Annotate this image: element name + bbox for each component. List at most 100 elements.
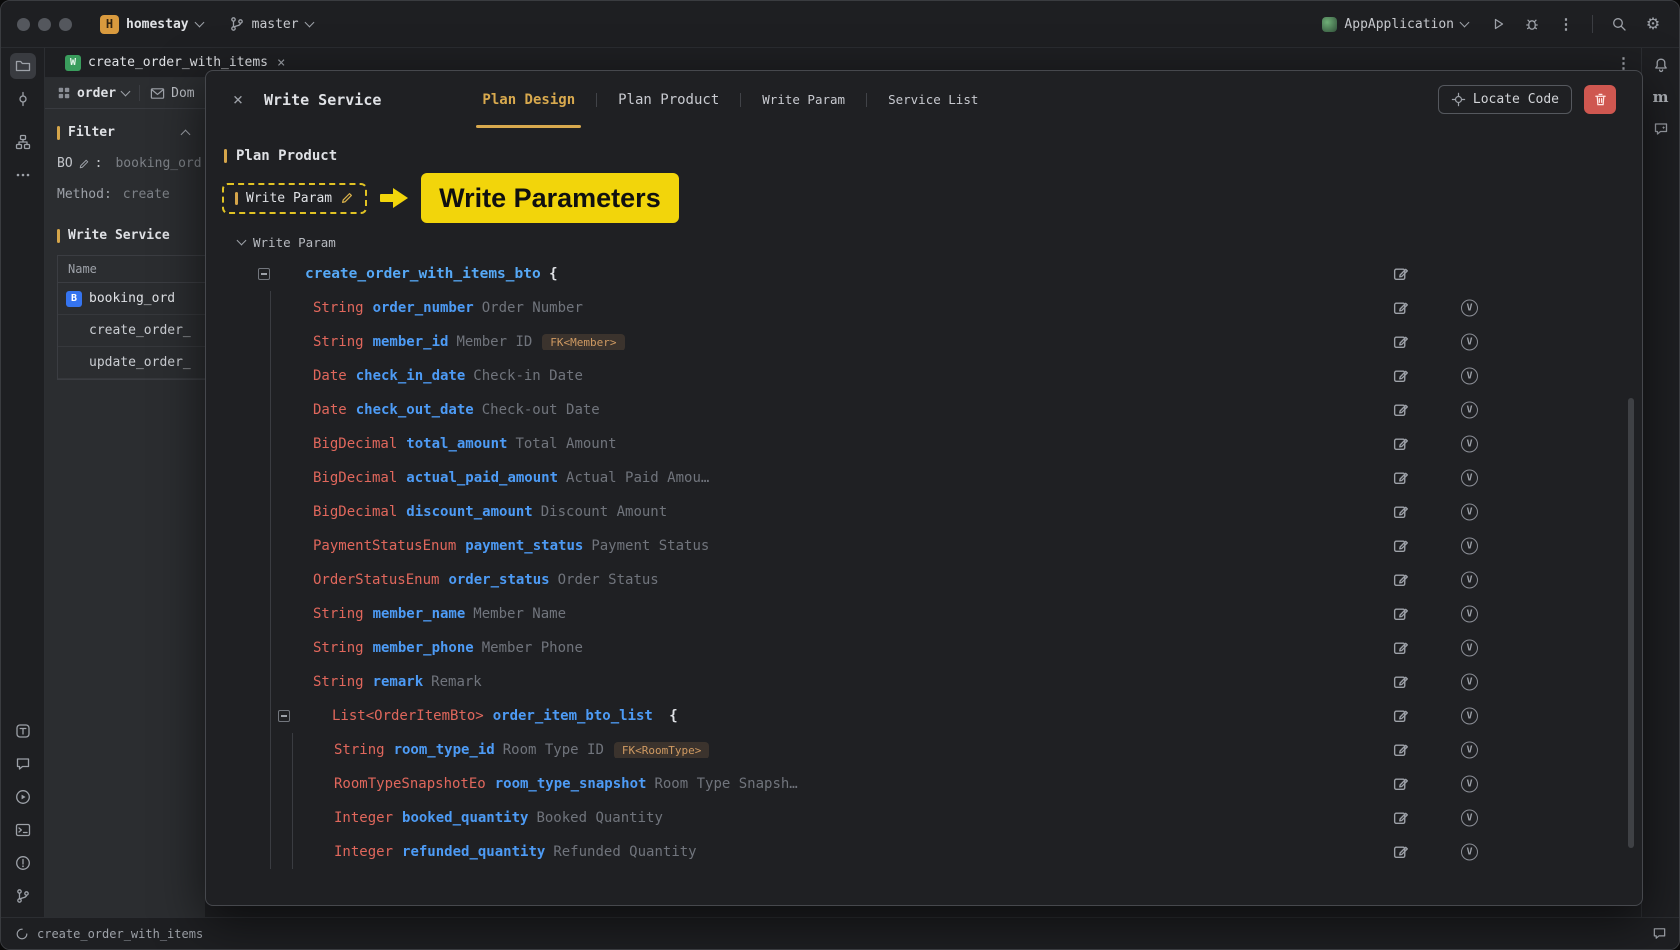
validation-icon[interactable]: V: [1461, 844, 1478, 861]
edit-field-icon[interactable]: [1392, 300, 1409, 317]
domain-tab[interactable]: Dom: [171, 86, 194, 101]
services-tool-button[interactable]: [10, 784, 36, 810]
validation-icon[interactable]: V: [1461, 742, 1478, 759]
service-row[interactable]: create_order_: [58, 315, 205, 347]
tree-field-row[interactable]: Datecheck_in_dateCheck-in DateV: [206, 359, 1642, 393]
method-filter-row[interactable]: Method: create: [57, 187, 205, 202]
edit-field-icon[interactable]: [1392, 640, 1409, 657]
validation-icon[interactable]: V: [1461, 810, 1478, 827]
validation-icon[interactable]: V: [1461, 300, 1478, 317]
tree-list-row[interactable]: List<OrderItemBto>order_item_bto_list {V: [206, 699, 1642, 733]
collapse-up-icon[interactable]: [181, 130, 191, 140]
tree-field-row[interactable]: BigDecimaltotal_amountTotal AmountV: [206, 427, 1642, 461]
edit-field-icon[interactable]: [1392, 368, 1409, 385]
traffic-light-zoom[interactable]: [59, 18, 72, 31]
tree-section-header[interactable]: Write Param: [238, 235, 1642, 250]
ai-assistant-side-button[interactable]: [1648, 116, 1674, 142]
problems-tool-button[interactable]: [10, 850, 36, 876]
traffic-light-close[interactable]: [17, 18, 30, 31]
run-config-selector[interactable]: AppApplication: [1314, 13, 1476, 36]
delete-button[interactable]: [1584, 85, 1616, 114]
edit-field-icon[interactable]: [1392, 810, 1409, 827]
close-icon[interactable]: ×: [228, 90, 248, 110]
tree-field-row[interactable]: Stringroom_type_idRoom Type IDFK<RoomTyp…: [206, 733, 1642, 767]
tree-field-row[interactable]: Stringmember_phoneMember PhoneV: [206, 631, 1642, 665]
terminal-tool-button[interactable]: [10, 817, 36, 843]
dialog-tab-service-list[interactable]: Service List: [888, 71, 978, 128]
edit-field-icon[interactable]: [1392, 470, 1409, 487]
validation-icon[interactable]: V: [1461, 708, 1478, 725]
dialog-tab-write-param[interactable]: Write Param: [762, 71, 845, 128]
ai-chat-icon[interactable]: [1652, 926, 1667, 941]
collapse-minus-icon[interactable]: [278, 710, 290, 722]
validation-icon[interactable]: V: [1461, 674, 1478, 691]
edit-field-icon[interactable]: [1392, 606, 1409, 623]
tree-field-row[interactable]: PaymentStatusEnumpayment_statusPayment S…: [206, 529, 1642, 563]
maven-tool-button[interactable]: m: [1648, 84, 1674, 110]
run-button[interactable]: [1486, 12, 1510, 36]
search-everywhere-button[interactable]: [1607, 12, 1631, 36]
edit-field-icon[interactable]: [1392, 708, 1409, 725]
edit-field-icon[interactable]: [1392, 572, 1409, 589]
tree-field-row[interactable]: Stringorder_numberOrder NumberV: [206, 291, 1642, 325]
edit-field-icon[interactable]: [1392, 674, 1409, 691]
tree-root-row[interactable]: create_order_with_items_bto {: [206, 257, 1642, 291]
tab-list-icon[interactable]: ⋮: [1616, 54, 1631, 72]
tree-field-row[interactable]: Integerrefunded_quantityRefunded Quantit…: [206, 835, 1642, 869]
module-selector[interactable]: order: [77, 86, 116, 101]
settings-button[interactable]: ⚙: [1641, 12, 1665, 36]
tree-field-row[interactable]: StringremarkRemarkV: [206, 665, 1642, 699]
dialog-tab-plan-design[interactable]: Plan Design: [482, 71, 575, 128]
validation-icon[interactable]: V: [1461, 606, 1478, 623]
project-tool-button[interactable]: [10, 53, 36, 79]
filter-section-header[interactable]: Filter: [57, 125, 205, 140]
edit-field-icon[interactable]: [1392, 504, 1409, 521]
more-actions-button[interactable]: ⋮: [1554, 12, 1578, 36]
tab-close-icon[interactable]: ×: [277, 55, 285, 71]
validation-icon[interactable]: V: [1461, 504, 1478, 521]
commit-tool-button[interactable]: [10, 86, 36, 112]
validation-icon[interactable]: V: [1461, 470, 1478, 487]
edit-field-icon[interactable]: [1392, 844, 1409, 861]
edit-field-icon[interactable]: [1392, 436, 1409, 453]
tree-field-row[interactable]: Stringmember_nameMember NameV: [206, 597, 1642, 631]
bo-filter-row[interactable]: BO : booking_ord: [57, 156, 205, 171]
validation-icon[interactable]: V: [1461, 402, 1478, 419]
validation-icon[interactable]: V: [1461, 640, 1478, 657]
locate-code-button[interactable]: Locate Code: [1438, 85, 1572, 114]
validation-icon[interactable]: V: [1461, 776, 1478, 793]
edit-field-icon[interactable]: [1392, 334, 1409, 351]
structure-tool-button[interactable]: [10, 129, 36, 155]
version-control-tool-button[interactable]: [10, 883, 36, 909]
tree-field-row[interactable]: Stringmember_idMember IDFK<Member>V: [206, 325, 1642, 359]
tree-field-row[interactable]: OrderStatusEnumorder_statusOrder StatusV: [206, 563, 1642, 597]
service-row[interactable]: update_order_: [58, 347, 205, 379]
notifications-button[interactable]: [1648, 52, 1674, 78]
write-param-button[interactable]: Write Param: [222, 183, 367, 214]
todo-tool-button[interactable]: [10, 718, 36, 744]
edit-field-icon[interactable]: [1392, 742, 1409, 759]
validation-icon[interactable]: V: [1461, 572, 1478, 589]
tree-field-row[interactable]: Integerbooked_quantityBooked QuantityV: [206, 801, 1642, 835]
validation-icon[interactable]: V: [1461, 436, 1478, 453]
ai-assistant-tool-button[interactable]: [10, 751, 36, 777]
tree-field-row[interactable]: Datecheck_out_dateCheck-out DateV: [206, 393, 1642, 427]
dialog-tab-plan-product[interactable]: Plan Product: [618, 71, 719, 128]
collapse-minus-icon[interactable]: [258, 268, 270, 280]
validation-icon[interactable]: V: [1461, 538, 1478, 555]
validation-icon[interactable]: V: [1461, 368, 1478, 385]
service-row[interactable]: Bbooking_ord: [58, 283, 205, 315]
debug-button[interactable]: [1520, 12, 1544, 36]
tree-field-row[interactable]: RoomTypeSnapshotEoroom_type_snapshotRoom…: [206, 767, 1642, 801]
dialog-scrollbar[interactable]: [1628, 398, 1634, 848]
branch-selector[interactable]: master: [221, 12, 321, 36]
tree-field-row[interactable]: BigDecimalactual_paid_amountActual Paid …: [206, 461, 1642, 495]
project-selector[interactable]: H homestay: [92, 11, 211, 38]
more-tool-windows-button[interactable]: [10, 162, 36, 188]
edit-field-icon[interactable]: [1392, 776, 1409, 793]
edit-field-icon[interactable]: [1392, 538, 1409, 555]
tree-field-row[interactable]: BigDecimaldiscount_amountDiscount Amount…: [206, 495, 1642, 529]
traffic-light-minimize[interactable]: [38, 18, 51, 31]
edit-field-icon[interactable]: [1392, 266, 1409, 283]
validation-icon[interactable]: V: [1461, 334, 1478, 351]
